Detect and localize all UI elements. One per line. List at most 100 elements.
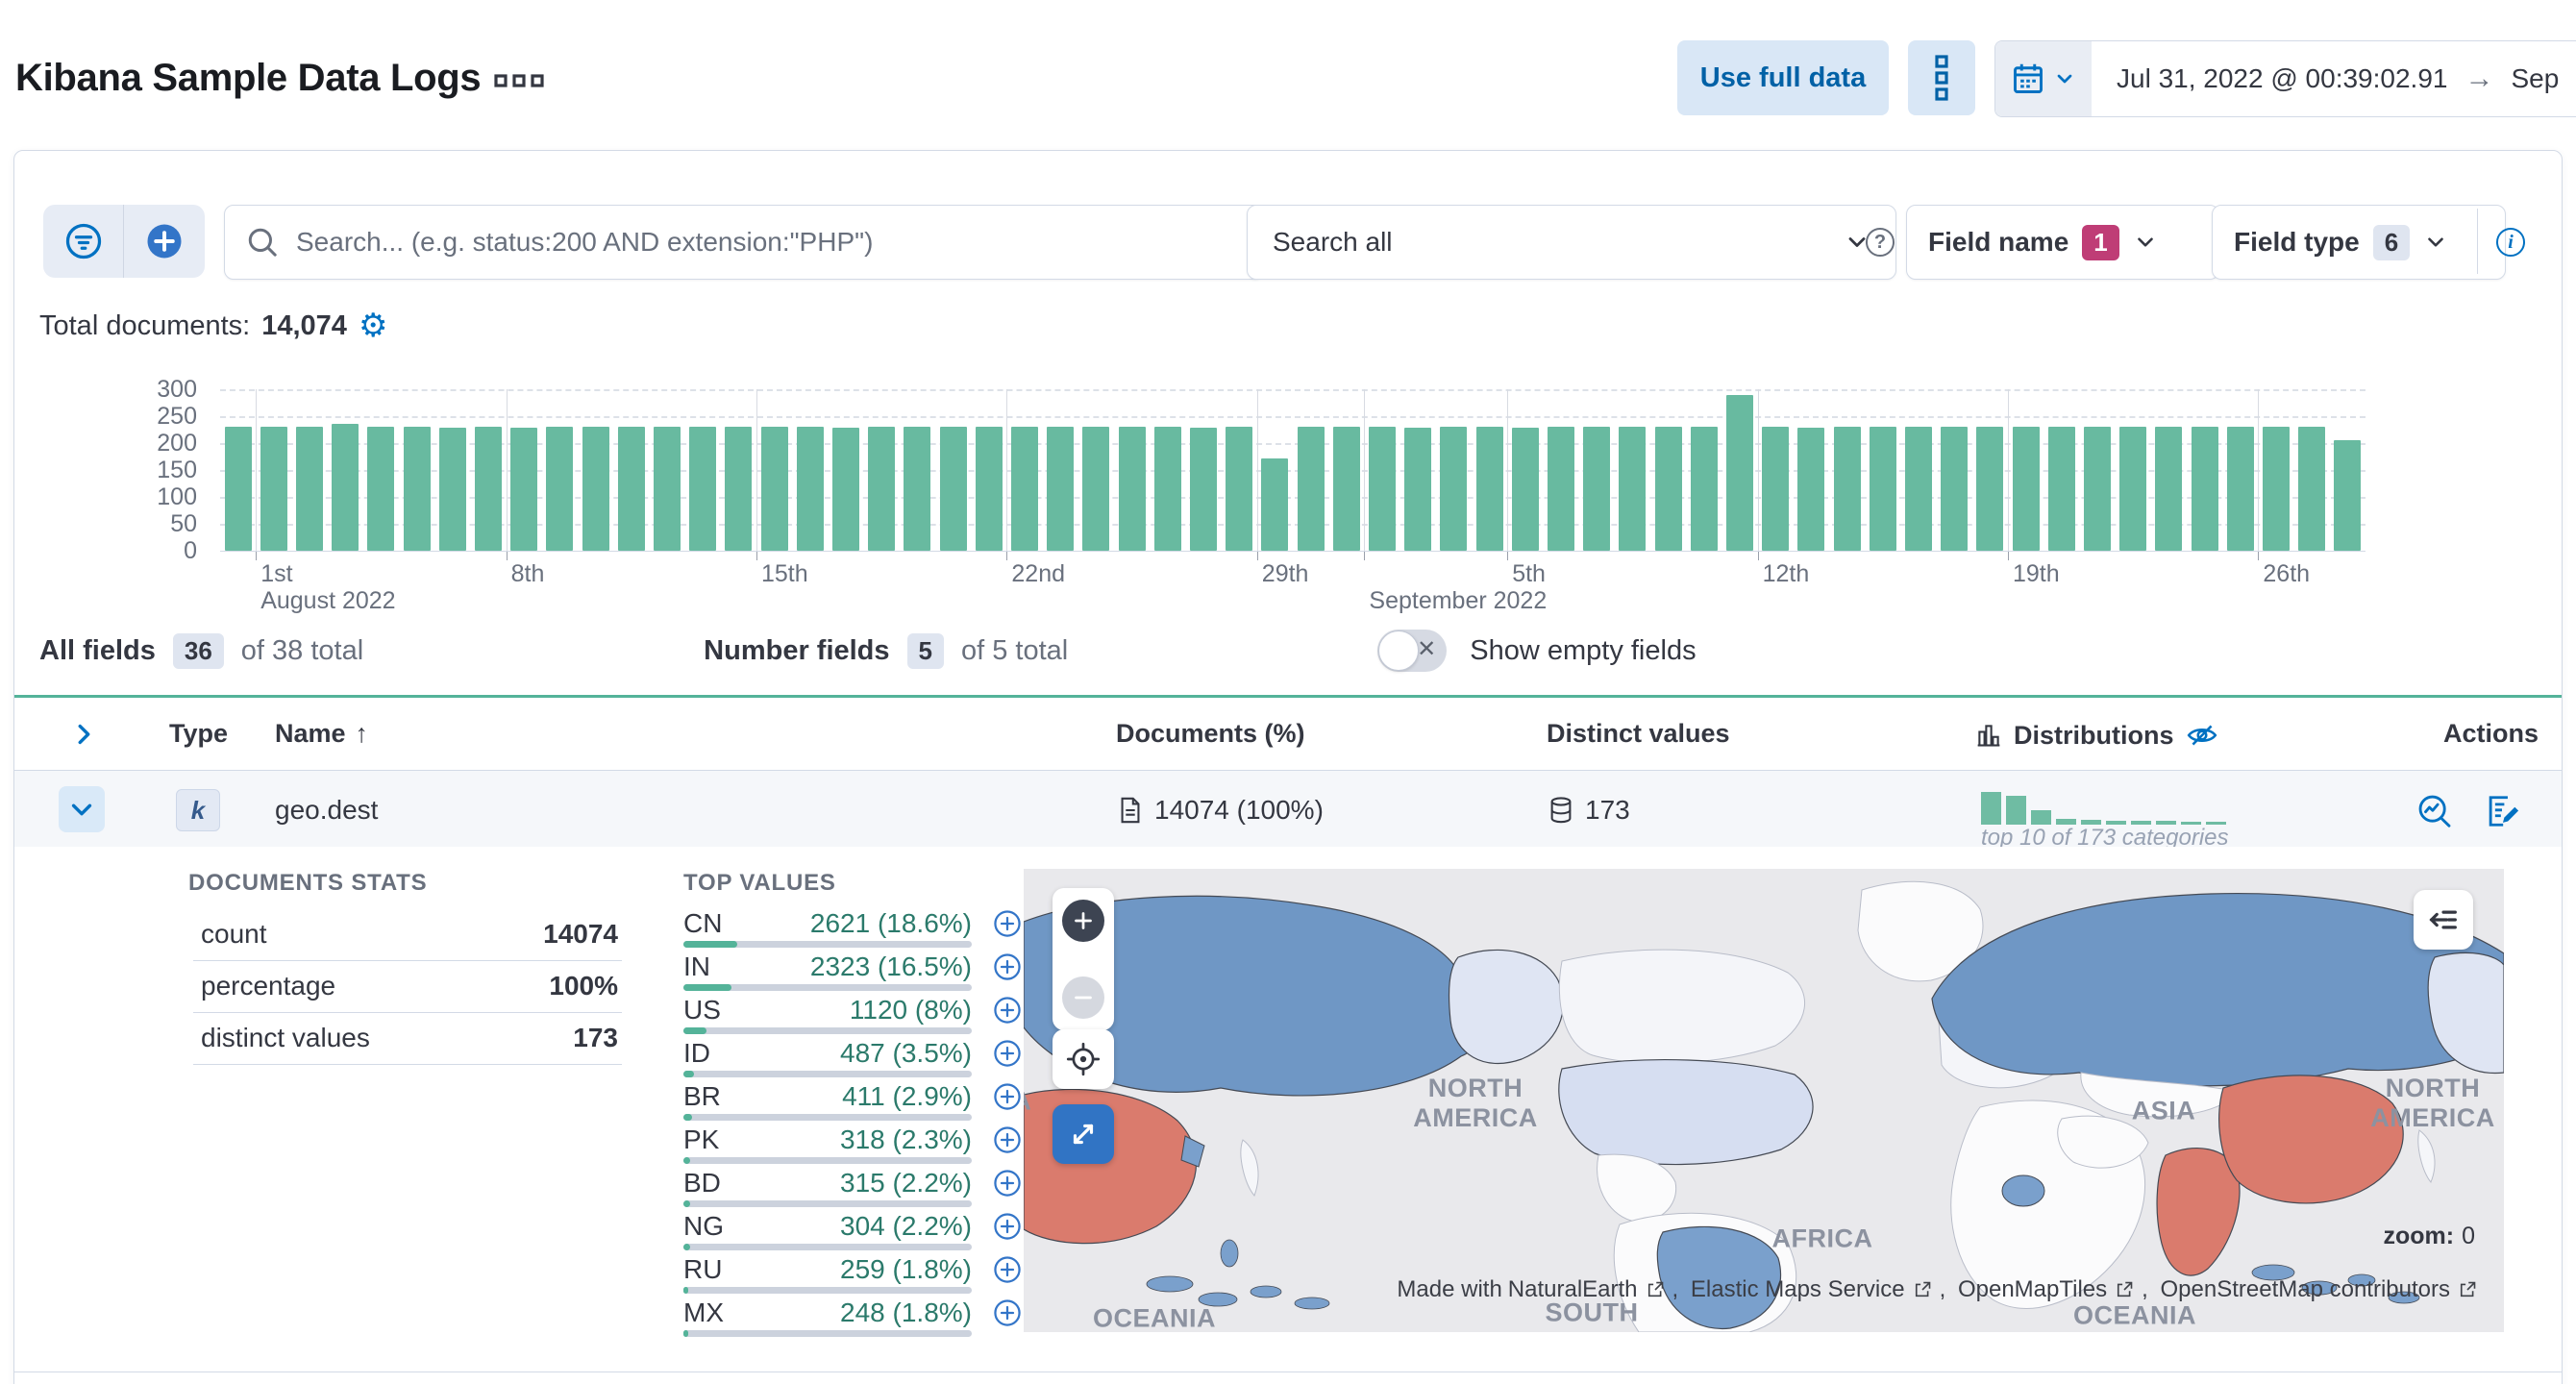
filter-for-value-button[interactable] xyxy=(993,1298,1022,1334)
documents-stats-title: DOCUMENTS STATS xyxy=(188,870,428,896)
show-empty-fields-toggle[interactable]: ✕ xyxy=(1377,630,1448,672)
total-documents: Total documents: 14,074 ⚙ xyxy=(39,309,387,342)
attribution-source-link[interactable]: OpenStreetMap contributors xyxy=(2161,1276,2451,1303)
map-expand-button[interactable] xyxy=(1053,1104,1114,1164)
filter-for-value-button[interactable] xyxy=(993,1212,1022,1248)
date-picker[interactable]: Jul 31, 2022 @ 00:39:02.91 → Sep xyxy=(1994,40,2576,117)
col-header-distributions[interactable]: Distributions xyxy=(1975,719,2218,752)
stat-label: count xyxy=(201,919,267,949)
external-link-icon xyxy=(1647,1281,1663,1298)
search-input[interactable] xyxy=(294,226,1242,259)
distribution-preview-bar xyxy=(2031,810,2051,825)
stat-value: 100% xyxy=(549,971,618,1001)
attribution-source-link[interactable]: Elastic Maps Service xyxy=(1691,1276,1905,1303)
toggle-knob xyxy=(1378,630,1420,671)
index-edit-icon xyxy=(2489,796,2519,827)
date-range-display[interactable]: Jul 31, 2022 @ 00:39:02.91 → Sep xyxy=(2092,41,2576,116)
histogram-icon xyxy=(1977,725,2000,747)
map-zoom-in-button[interactable] xyxy=(1062,900,1104,942)
field-row-geo-dest[interactable]: k geo.dest 14074 (100%) 173 top 10 of 17… xyxy=(14,771,2562,851)
filter-button[interactable] xyxy=(43,205,124,278)
filter-for-value-button[interactable] xyxy=(993,1169,1022,1204)
top-value-bar-track xyxy=(683,984,972,991)
documents-stats-row: distinct values 173 xyxy=(193,1012,622,1065)
map-legend-toggle-button[interactable] xyxy=(2414,890,2473,950)
map-region-canada-left xyxy=(1558,949,1806,1064)
date-range-end[interactable]: Sep xyxy=(2511,63,2559,94)
top-value-bar-fill xyxy=(683,941,737,948)
top-value-bar-track xyxy=(683,1287,972,1294)
kebab-menu-button[interactable] xyxy=(1908,40,1975,115)
histogram-x-tick-label: 5th xyxy=(1512,560,1546,587)
help-icon[interactable]: ? xyxy=(1866,228,1895,257)
filter-for-value-button[interactable] xyxy=(993,1255,1022,1291)
filter-for-value-button[interactable] xyxy=(993,996,1022,1031)
expand-icon xyxy=(1073,1124,1094,1145)
histogram-x-axis: 1st August 2022 8th 15th 22nd 29th September 2… xyxy=(14,372,2562,614)
map-continent-label: AFRICA xyxy=(1771,1223,1873,1253)
top-value-bar-fill xyxy=(683,1244,690,1250)
edit-field-button[interactable] xyxy=(2481,790,2523,832)
date-range-start[interactable]: Jul 31, 2022 @ 00:39:02.91 xyxy=(2117,63,2447,94)
map-continent-label: NORTH AMERICA xyxy=(2370,1074,2495,1132)
field-name-filter-button[interactable]: Field name 1 xyxy=(1906,205,2219,280)
filter-for-value-button[interactable] xyxy=(993,909,1022,945)
filter-for-value-button[interactable] xyxy=(993,1082,1022,1118)
expand-all-button[interactable] xyxy=(64,715,103,754)
top-value-value: 411 (2.9%) xyxy=(842,1081,972,1111)
explore-in-lens-button[interactable] xyxy=(2414,790,2456,832)
documents-cell: 14074 (100%) xyxy=(1116,795,1324,826)
date-quick-select-button[interactable] xyxy=(1995,41,2092,116)
eye-slash-icon[interactable] xyxy=(2186,719,2218,752)
plus-in-circle-icon xyxy=(994,953,1021,980)
plus-in-circle-icon xyxy=(994,1083,1021,1110)
chevron-down-icon xyxy=(2137,237,2153,247)
map-zoom-label: zoom: xyxy=(2383,1223,2455,1249)
search-all-select[interactable]: Search all xyxy=(1247,205,1896,280)
histogram-x-tick-label: 19th xyxy=(2013,560,2060,587)
collapse-row-button[interactable] xyxy=(59,786,105,832)
col-header-distinct[interactable]: Distinct values xyxy=(1547,719,1730,749)
map-continent-label: NORTH AMERICA xyxy=(1413,1074,1538,1132)
number-fields-count-badge: 5 xyxy=(906,632,944,669)
field-name-label: Field name xyxy=(1928,227,2069,257)
col-header-type[interactable]: Type xyxy=(169,719,228,749)
search-all-value: Search all xyxy=(1273,227,1393,257)
map-fit-to-data-button[interactable] xyxy=(1053,1029,1114,1089)
attribution-source-link[interactable]: OpenMapTiles xyxy=(1958,1276,2107,1303)
choropleth-map[interactable]: ASIANORTH AMERICASOUTHOCEANIAAFRICAASIAO… xyxy=(1024,869,2504,1332)
top-value-bar-track xyxy=(683,941,972,948)
filter-in-circle-icon xyxy=(65,223,101,260)
top-value-label: MX xyxy=(683,1298,724,1327)
filter-for-value-button[interactable] xyxy=(993,952,1022,988)
attribution-source-link[interactable]: NaturalEarth xyxy=(1508,1276,1638,1303)
chevron-right-icon xyxy=(78,724,90,745)
filter-for-value-button[interactable] xyxy=(993,1039,1022,1075)
chevron-down-icon xyxy=(71,803,92,816)
top-value-value: 1120 (8%) xyxy=(849,995,972,1025)
filter-for-value-button[interactable] xyxy=(993,1125,1022,1161)
histogram-x-tick xyxy=(1364,552,1366,560)
map-region-sea-1 xyxy=(1146,1275,1194,1293)
map-region-nigeria xyxy=(2001,1174,2045,1207)
add-filter-button[interactable] xyxy=(124,205,205,278)
col-header-documents[interactable]: Documents (%) xyxy=(1116,719,1305,749)
stat-label: percentage xyxy=(201,971,336,1001)
top-value-bar-track xyxy=(683,1071,972,1077)
top-value-bar-track xyxy=(683,1027,972,1034)
fields-summary-bar: All fields 36 of 38 total Number fields … xyxy=(39,627,2539,675)
top-value-value: 487 (3.5%) xyxy=(840,1038,972,1068)
menu-left-icon xyxy=(2429,910,2457,929)
info-icon[interactable]: i xyxy=(2496,228,2525,257)
date-range-arrow-icon: → xyxy=(2465,62,2494,94)
col-header-name[interactable]: Name ↑ xyxy=(275,719,368,749)
all-fields-count-badge: 36 xyxy=(172,632,224,669)
breadcrumb-options-icon[interactable] xyxy=(494,73,544,88)
histogram-x-tick-label: 29th xyxy=(1261,560,1309,587)
total-documents-value: 14,074 xyxy=(261,310,347,341)
gear-icon[interactable]: ⚙ xyxy=(359,309,387,342)
field-type-filter-button[interactable]: Field type 6 xyxy=(2212,205,2506,280)
use-full-data-button[interactable]: Use full data xyxy=(1677,40,1889,115)
map-zoom-out-button[interactable] xyxy=(1062,976,1104,1019)
field-type-badge-glyph: k xyxy=(190,795,206,825)
